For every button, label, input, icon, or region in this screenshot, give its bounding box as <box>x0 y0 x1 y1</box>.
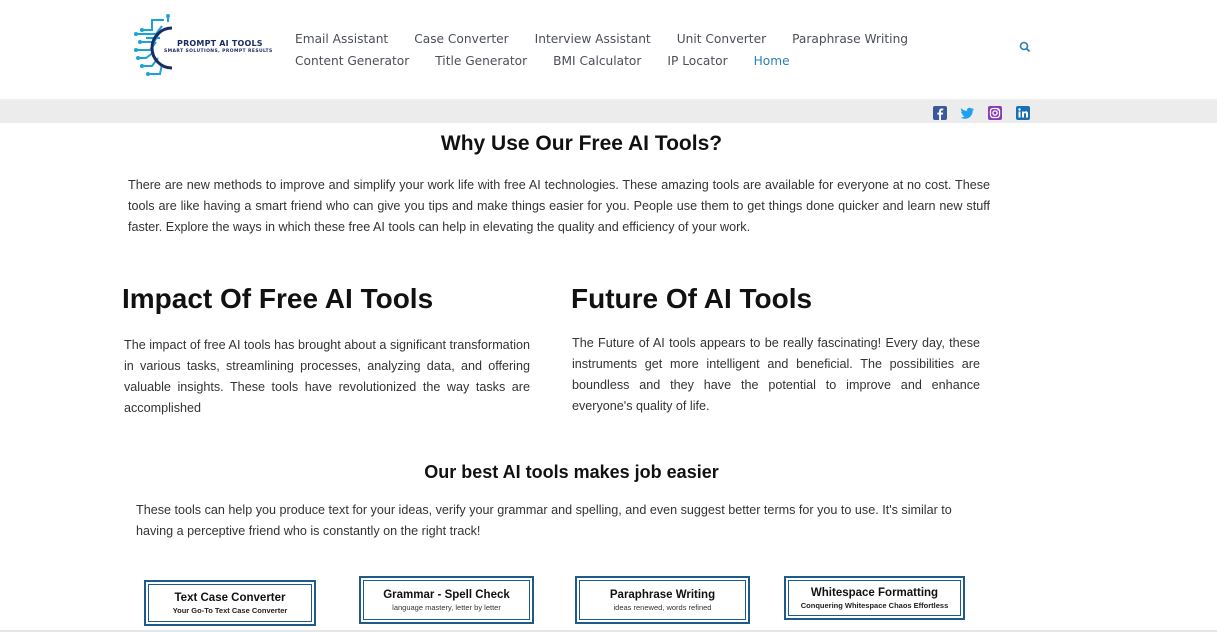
card-subtitle: Conquering Whitespace Chaos Effortless <box>800 600 949 610</box>
why-section-text: There are new methods to improve and sim… <box>128 178 990 234</box>
social-bar <box>0 99 1217 123</box>
nav-title-generator[interactable]: Title Generator <box>435 54 527 68</box>
card-inner: Paraphrase Writing ideas renewed, words … <box>579 580 746 620</box>
nav-unit-converter[interactable]: Unit Converter <box>677 32 766 46</box>
card-subtitle: language mastery, letter by letter <box>392 602 501 612</box>
impact-section-title: Impact Of Free AI Tools <box>122 283 434 314</box>
why-section-title: Why Use Our Free AI Tools? <box>440 132 723 155</box>
linkedin-icon[interactable] <box>1016 106 1030 120</box>
nav-interview-assistant[interactable]: Interview Assistant <box>535 32 651 46</box>
text-case-converter-card[interactable]: Text Case Converter Your Go-To Text Case… <box>144 580 316 626</box>
card-title: Whitespace Formatting <box>810 586 939 599</box>
twitter-icon[interactable] <box>960 106 974 120</box>
card-inner: Whitespace Formatting Conquering Whitesp… <box>788 580 961 616</box>
site-header: PROMPT AI TOOLS SMART SOLUTIONS, PROMPT … <box>0 0 1217 99</box>
paraphrase-writing-card[interactable]: Paraphrase Writing ideas renewed, words … <box>575 576 750 624</box>
card-title: Text Case Converter <box>174 591 286 604</box>
nav-paraphrase-writing[interactable]: Paraphrase Writing <box>792 32 908 46</box>
nav-email-assistant[interactable]: Email Assistant <box>295 32 388 46</box>
card-title: Paraphrase Writing <box>609 588 716 601</box>
nav-home[interactable]: Home <box>754 54 790 68</box>
card-inner: Grammar - Spell Check language mastery, … <box>363 580 530 620</box>
future-section-text: The Future of AI tools appears to be rea… <box>572 336 980 413</box>
nav-row-2: Content Generator Title Generator BMI Ca… <box>295 50 935 72</box>
main-navigation: Email Assistant Case Converter Interview… <box>295 28 935 72</box>
card-subtitle: ideas renewed, words refined <box>613 602 712 612</box>
nav-content-generator[interactable]: Content Generator <box>295 54 409 68</box>
search-icon[interactable] <box>1018 40 1032 54</box>
nav-ip-locator[interactable]: IP Locator <box>667 54 727 68</box>
card-subtitle: Your Go-To Text Case Converter <box>172 605 288 615</box>
instagram-icon[interactable] <box>988 106 1002 120</box>
future-section-title: Future Of AI Tools <box>571 283 813 314</box>
impact-section-text: The impact of free AI tools has brought … <box>124 338 530 415</box>
facebook-icon[interactable] <box>933 106 947 120</box>
grammar-spell-check-card[interactable]: Grammar - Spell Check language mastery, … <box>359 576 534 624</box>
logo-title: PROMPT AI TOOLS <box>177 39 263 48</box>
card-inner: Text Case Converter Your Go-To Text Case… <box>148 584 312 622</box>
whitespace-formatting-card[interactable]: Whitespace Formatting Conquering Whitesp… <box>784 576 965 620</box>
nav-case-converter[interactable]: Case Converter <box>414 32 508 46</box>
card-title: Grammar - Spell Check <box>383 588 510 601</box>
best-tools-text: These tools can help you produce text fo… <box>136 503 952 538</box>
logo-tagline: SMART SOLUTIONS, PROMPT RESULTS <box>164 49 273 54</box>
nav-bmi-calculator[interactable]: BMI Calculator <box>553 54 641 68</box>
best-tools-title: Our best AI tools makes job easier <box>424 462 719 482</box>
nav-row-1: Email Assistant Case Converter Interview… <box>295 28 935 50</box>
